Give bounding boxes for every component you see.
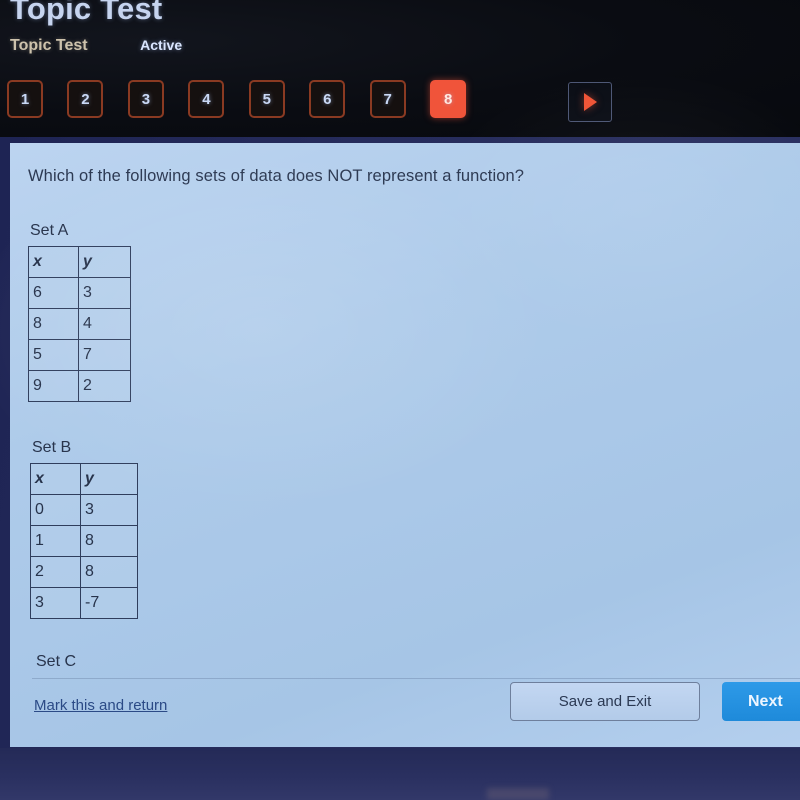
- set-a-cell-x-0: 6: [28, 277, 79, 309]
- next-button[interactable]: Next: [722, 682, 800, 721]
- page-title: Topic Test: [10, 0, 163, 26]
- app-header: Topic Test Topic Test Active 1 2 3 4 5 6…: [0, 0, 800, 137]
- table-row-header: x y: [30, 463, 138, 495]
- set-b-cell-y-1: 8: [80, 525, 138, 557]
- screenshot-root: Topic Test Topic Test Active 1 2 3 4 5 6…: [0, 0, 800, 800]
- table-row: 9 2: [28, 370, 131, 402]
- screen-smudge: [487, 788, 549, 800]
- table-row: 0 3: [30, 494, 138, 526]
- table-row: 3 -7: [30, 587, 138, 619]
- set-b-cell-x-3: 3: [30, 587, 81, 619]
- question-content-panel: Which of the following sets of data does…: [10, 143, 800, 747]
- set-a-cell-y-0: 3: [78, 277, 131, 309]
- pager-button-6[interactable]: 6: [309, 80, 346, 118]
- breadcrumb-topic-test[interactable]: Topic Test: [10, 37, 88, 55]
- set-c-label: Set C: [36, 653, 77, 670]
- status-badge-active: Active: [140, 37, 183, 53]
- set-a-cell-y-1: 4: [78, 308, 131, 340]
- set-a-label: Set A: [30, 222, 69, 239]
- pager-button-4[interactable]: 4: [188, 80, 225, 118]
- table-row: 2 8: [30, 556, 138, 588]
- set-b-cell-y-3: -7: [80, 587, 138, 619]
- footer-divider: [32, 678, 800, 679]
- set-b-cell-x-0: 0: [30, 494, 81, 526]
- table-row: 1 8: [30, 525, 138, 557]
- set-a-header-y: y: [78, 246, 131, 278]
- set-b-table: x y 0 3 1 8 2 8 3 -7: [30, 463, 138, 619]
- pager-button-5[interactable]: 5: [248, 80, 285, 118]
- set-a-cell-x-2: 5: [28, 339, 79, 371]
- table-row: 5 7: [28, 339, 131, 371]
- table-row: 6 3: [28, 277, 131, 309]
- set-b-cell-x-2: 2: [30, 556, 81, 588]
- set-a-cell-x-3: 9: [28, 370, 79, 402]
- set-b-cell-y-2: 8: [80, 556, 138, 588]
- set-b-cell-x-1: 1: [30, 525, 81, 557]
- breadcrumb-bar: Topic Test Active: [10, 37, 182, 59]
- pager-button-1[interactable]: 1: [7, 80, 43, 118]
- set-a-table: x y 6 3 8 4 5 7 9 2: [28, 246, 131, 402]
- set-b-cell-y-0: 3: [80, 494, 138, 526]
- set-a-cell-y-2: 7: [78, 339, 131, 371]
- set-b-header-x: x: [30, 463, 81, 495]
- table-row-header: x y: [28, 246, 131, 278]
- pager-button-7[interactable]: 7: [369, 80, 406, 118]
- pager-button-2[interactable]: 2: [67, 80, 104, 118]
- table-row: 8 4: [28, 308, 131, 340]
- play-triangle-icon: [583, 93, 597, 111]
- save-and-exit-button[interactable]: Save and Exit: [510, 682, 700, 721]
- set-b-header-y: y: [80, 463, 138, 495]
- mark-this-and-return-link[interactable]: Mark this and return: [34, 697, 167, 714]
- pager-button-8-current[interactable]: 8: [430, 80, 467, 118]
- set-a-header-x: x: [28, 246, 79, 278]
- screen-bottom-band: [0, 748, 800, 800]
- question-prompt: Which of the following sets of data does…: [28, 167, 525, 185]
- question-pager: 1 2 3 4 5 6 7 8: [7, 80, 612, 122]
- set-a-cell-x-1: 8: [28, 308, 79, 340]
- set-a-cell-y-3: 2: [78, 370, 131, 402]
- pager-button-3[interactable]: 3: [127, 80, 164, 118]
- pager-next-arrow-button[interactable]: [568, 82, 612, 122]
- set-b-label: Set B: [32, 439, 72, 456]
